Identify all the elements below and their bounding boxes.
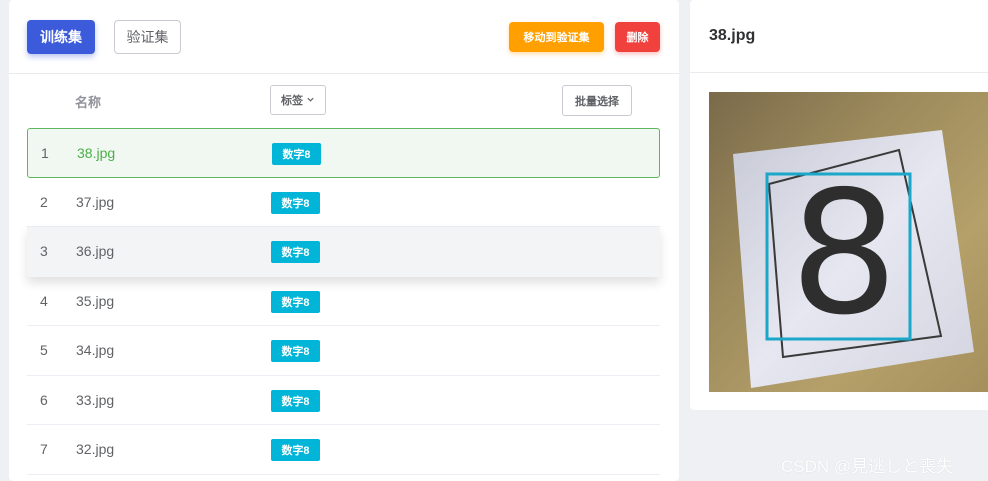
image-table-body: 1 38.jpg 数字8 2 37.jpg 数字8 3 36.jpg 数字8 4… [27,128,660,475]
table-row[interactable]: 2 37.jpg 数字8 [27,178,660,227]
toolbar: 训练集 验证集 移动到验证集 删除 [9,0,679,74]
row-tag-badge: 数字8 [271,439,320,461]
table-header: 名称 标签 批量选择 [9,74,679,126]
row-index: 7 [40,441,48,457]
preview-filename: 38.jpg [709,27,756,44]
row-filename: 38.jpg [77,145,116,161]
row-filename: 32.jpg [76,441,115,457]
watermark: CSDN @見逃しと喪失 [781,457,954,476]
tag-filter-dropdown[interactable]: 标签 [270,85,326,115]
table-row[interactable]: 3 36.jpg 数字8 [27,227,660,277]
row-index: 2 [40,193,48,210]
row-filename: 37.jpg [76,193,115,210]
row-tag-badge: 数字8 [271,191,320,214]
chevron-down-icon [306,95,315,106]
row-filename: 34.jpg [76,342,115,358]
train-set-tab-button[interactable]: 训练集 [27,20,95,54]
row-index: 1 [41,145,49,161]
table-row[interactable]: 6 33.jpg 数字8 [27,376,660,425]
row-index: 5 [40,342,48,358]
preview-panel: 38.jpg 8 [690,0,988,410]
row-index: 6 [40,391,48,408]
batch-select-button[interactable]: 批量选择 [562,85,632,116]
digit-glyph: 8 [790,155,898,353]
delete-button[interactable]: 删除 [615,22,660,52]
table-row[interactable]: 4 35.jpg 数字8 [27,277,660,326]
table-row[interactable]: 5 34.jpg 数字8 [27,326,660,376]
row-tag-badge: 数字8 [271,340,320,362]
row-index: 3 [40,243,48,259]
move-to-validation-button[interactable]: 移动到验证集 [509,22,604,52]
row-filename: 33.jpg [76,391,115,408]
name-column-header: 名称 [75,95,102,110]
row-tag-badge: 数字8 [271,290,320,313]
image-list-panel: 训练集 验证集 移动到验证集 删除 名称 标签 批量选择 1 38.jpg 数字… [9,0,679,481]
table-row[interactable]: 1 38.jpg 数字8 [27,128,660,178]
row-filename: 35.jpg [76,292,115,309]
annotated-image-canvas: 8 [709,92,988,392]
row-filename: 36.jpg [76,243,115,259]
annotated-image[interactable]: 8 [709,92,988,392]
row-tag-badge: 数字8 [271,241,320,263]
preview-header: 38.jpg [690,0,988,73]
row-tag-badge: 数字8 [272,143,321,165]
row-tag-badge: 数字8 [271,389,320,412]
row-index: 4 [40,292,48,309]
validation-set-tab-button[interactable]: 验证集 [114,20,181,54]
table-row[interactable]: 7 32.jpg 数字8 [27,425,660,475]
tag-filter-label: 标签 [281,95,303,107]
